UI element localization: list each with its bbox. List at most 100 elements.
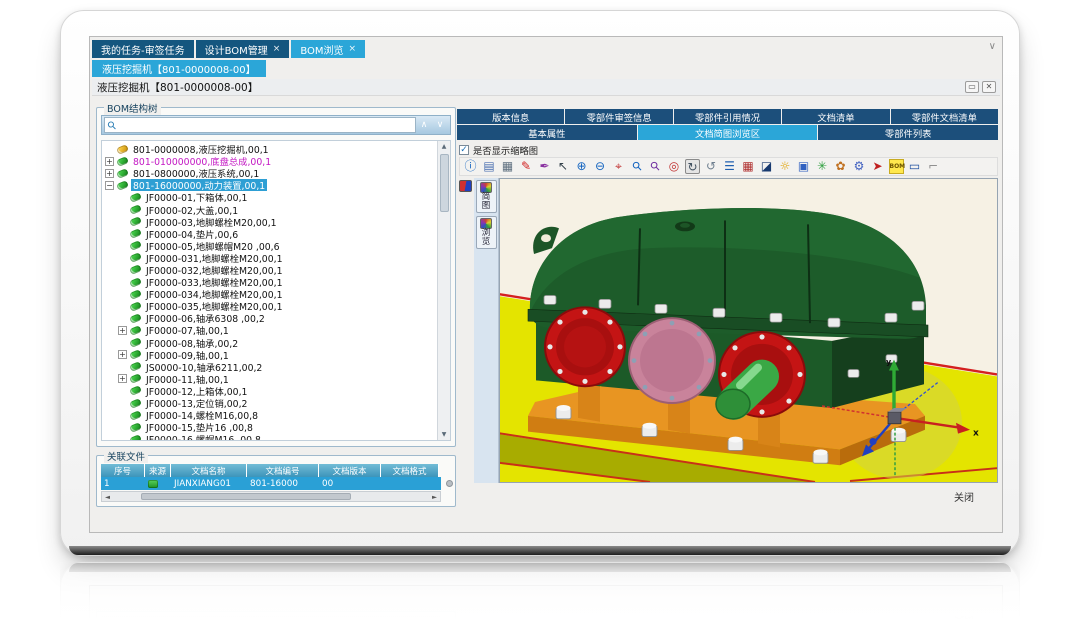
side-button-sketch[interactable]: 简图 [476, 180, 497, 213]
tree-item[interactable]: JF0000-16,螺帽M16 ,00,8 [102, 433, 437, 440]
restore-button[interactable]: ▭ [965, 81, 979, 93]
tree-item[interactable]: JS0000-10,轴承6211,00,2 [102, 361, 437, 373]
toolbar-icon-zoom-in[interactable]: ⊕ [574, 159, 589, 174]
tree-item[interactable]: JF0000-08,轴承,00,2 [102, 337, 437, 349]
subtab-hydraulic-excavator[interactable]: 液压挖掘机【801-0000008-00】 [92, 60, 266, 77]
rtab-document-list[interactable]: 文档清单 [782, 109, 889, 124]
search-prev-icon[interactable]: ∧ [416, 118, 432, 133]
toolbar-icon-open-document[interactable]: ▤ [482, 159, 497, 174]
tab-overflow-chevron-icon[interactable]: ∨ [989, 41, 996, 52]
part-link-icon [129, 277, 142, 288]
part-link-icon [129, 422, 142, 433]
toolbar-icon-bom-badge[interactable]: BOM [889, 159, 904, 174]
rtab-document-sketch-view[interactable]: 文档简图浏览区 [638, 125, 818, 140]
tree-item[interactable]: JF0000-032,地脚螺栓M20,00,1 [102, 264, 437, 276]
toolbar-icon-edit-pen[interactable]: ✎ [519, 159, 534, 174]
toolbar-icon-explode-view[interactable]: ✳ [815, 159, 830, 174]
toolbar-icon-part-config[interactable]: ✿ [833, 159, 848, 174]
tab-my-tasks[interactable]: 我的任务-审签任务 [92, 40, 194, 58]
tab-bom-browse[interactable]: BOM浏览× [291, 40, 365, 58]
toolbar-icon-screen-view[interactable]: ▭ [907, 159, 922, 174]
rtab-part-list[interactable]: 零部件列表 [818, 125, 998, 140]
toolbar-icon-select-pointer[interactable]: ↖ [556, 159, 571, 174]
tree-item-label: JF0000-07,轴,00,1 [144, 324, 231, 336]
rtab-part-reference[interactable]: 零部件引用情况 [674, 109, 781, 124]
tree-item[interactable]: JF0000-034,地脚螺栓M20,00,1 [102, 288, 437, 300]
part-link-icon [129, 265, 142, 276]
expander-icon[interactable]: + [118, 350, 127, 359]
scroll-thumb[interactable] [440, 154, 449, 212]
column-header: 序号 [101, 464, 145, 477]
rtab-basic-properties[interactable]: 基本属性 [457, 125, 637, 140]
rtab-version-info[interactable]: 版本信息 [457, 109, 564, 124]
side-button-browse[interactable]: 浏览 [476, 216, 497, 249]
rtab-part-document-list[interactable]: 零部件文档清单 [891, 109, 998, 124]
expander-icon[interactable]: − [105, 181, 114, 190]
toolbar-icon-layers[interactable]: ☰ [722, 159, 737, 174]
tree-item[interactable]: JF0000-035,地脚螺栓M20,00,1 [102, 300, 437, 312]
tree-item[interactable]: JF0000-03,地脚螺栓M20,00,1 [102, 216, 437, 228]
tree-item[interactable]: + JF0000-07,轴,00,1 [102, 324, 437, 336]
toolbar-icon-rotate-center[interactable]: ◎ [667, 159, 682, 174]
expander-icon[interactable]: + [118, 374, 127, 383]
tree-item[interactable]: JF0000-033,地脚螺栓M20,00,1 [102, 276, 437, 288]
tree-item[interactable]: −801-16000000,动力装置,00,1 [102, 179, 437, 191]
toolbar-icon-view-cube[interactable]: ◪ [759, 159, 774, 174]
rtab-part-approval-info[interactable]: 零部件审签信息 [565, 109, 672, 124]
tab-design-bom[interactable]: 设计BOM管理× [196, 40, 290, 58]
tree-item[interactable]: JF0000-04,垫片,00,6 [102, 228, 437, 240]
related-files-data-row[interactable]: 1JIANXIANG01801-1600000 [101, 477, 441, 490]
close-button[interactable]: ✕ [982, 81, 996, 93]
tree-item[interactable]: JF0000-06,轴承6308 ,00,2 [102, 312, 437, 324]
toolbar-icon-swing-rotate[interactable]: ↺ [704, 159, 719, 174]
toolbar-icon-markup-tool[interactable]: ➤ [870, 159, 885, 174]
tree-item[interactable]: JF0000-12,上箱体,00,1 [102, 385, 437, 397]
scroll-down-icon[interactable]: ▼ [439, 429, 450, 440]
tree-item-label: 801-0000008,液压挖掘机,00,1 [131, 143, 271, 155]
hscroll-thumb[interactable] [141, 493, 351, 500]
viewport-3d[interactable]: x y [499, 178, 998, 483]
toolbar-icon-gear-settings[interactable]: ⚙ [852, 159, 867, 174]
toolbar-icon-measure-grid[interactable]: ▦ [741, 159, 756, 174]
tree-item[interactable]: JF0000-05,地脚螺帽M20 ,00,6 [102, 240, 437, 252]
tree-item[interactable]: JF0000-02,大盖,00,1 [102, 203, 437, 215]
related-files-hscrollbar[interactable]: ◄ ► [101, 491, 441, 502]
tree-item[interactable]: 801-0000008,液压挖掘机,00,1 [102, 143, 437, 155]
tree-item[interactable]: +801-0800000,液压系统,00,1 [102, 167, 437, 179]
tree-item[interactable]: +JF0000-11,轴,00,1 [102, 373, 437, 385]
toolbar-icon-extra-tool[interactable]: ⌐ [926, 159, 941, 174]
search-next-icon[interactable]: ∨ [432, 118, 448, 133]
expander-icon[interactable]: + [105, 157, 114, 166]
toolbar-icon-light-bulb[interactable]: ☼ [778, 159, 793, 174]
tree-scrollbar[interactable]: ▲ ▼ [437, 141, 450, 440]
toolbar-icon-orbit-rotate[interactable]: ↻ [685, 159, 700, 174]
expander-icon[interactable]: + [118, 326, 127, 335]
part-link-icon [116, 180, 129, 191]
toolbar-icon-info[interactable]: ⓘ [463, 159, 478, 174]
tree-item[interactable]: JF0000-14,螺栓M16,00,8 [102, 409, 437, 421]
tree-item[interactable]: JF0000-031,地脚螺栓M20,00,1 [102, 252, 437, 264]
search-input[interactable] [119, 119, 415, 132]
tree-item-label: JF0000-12,上箱体,00,1 [144, 385, 249, 397]
tree-item[interactable]: JF0000-13,定位销,00,2 [102, 397, 437, 409]
toolbar-icon-fit-window[interactable]: ⌖ [611, 159, 626, 174]
tree-item[interactable]: JF0000-15,垫片16 ,00,8 [102, 421, 437, 433]
tab-close-icon[interactable]: × [273, 44, 281, 54]
hscroll-left-icon[interactable]: ◄ [102, 493, 113, 501]
tab-close-icon[interactable]: × [349, 44, 357, 54]
toolbar-icon-zoom-out[interactable]: ⊖ [593, 159, 608, 174]
toolbar-icon-image-view[interactable]: ▣ [796, 159, 811, 174]
thumbnail-checkbox[interactable]: ✓ [459, 145, 469, 155]
view-mode-cube-icon[interactable] [459, 180, 472, 192]
hscroll-right-icon[interactable]: ► [429, 493, 440, 501]
scroll-up-icon[interactable]: ▲ [439, 141, 450, 152]
tree-item[interactable]: JF0000-01,下箱体,00,1 [102, 191, 437, 203]
tree-item[interactable]: +JF0000-09,轴,00,1 [102, 349, 437, 361]
toolbar-icon-paint-brush[interactable]: ✒ [537, 159, 552, 174]
viewer-close-button[interactable]: 关闭 [954, 489, 974, 504]
tree-item[interactable]: +801-010000000,底盘总成,00,1 [102, 155, 437, 167]
table-cell [145, 477, 171, 490]
toolbar-icon-zoom-select[interactable]: ⚲ [645, 157, 666, 176]
expander-icon[interactable]: + [105, 169, 114, 178]
toolbar-icon-print[interactable]: ▦ [500, 159, 515, 174]
